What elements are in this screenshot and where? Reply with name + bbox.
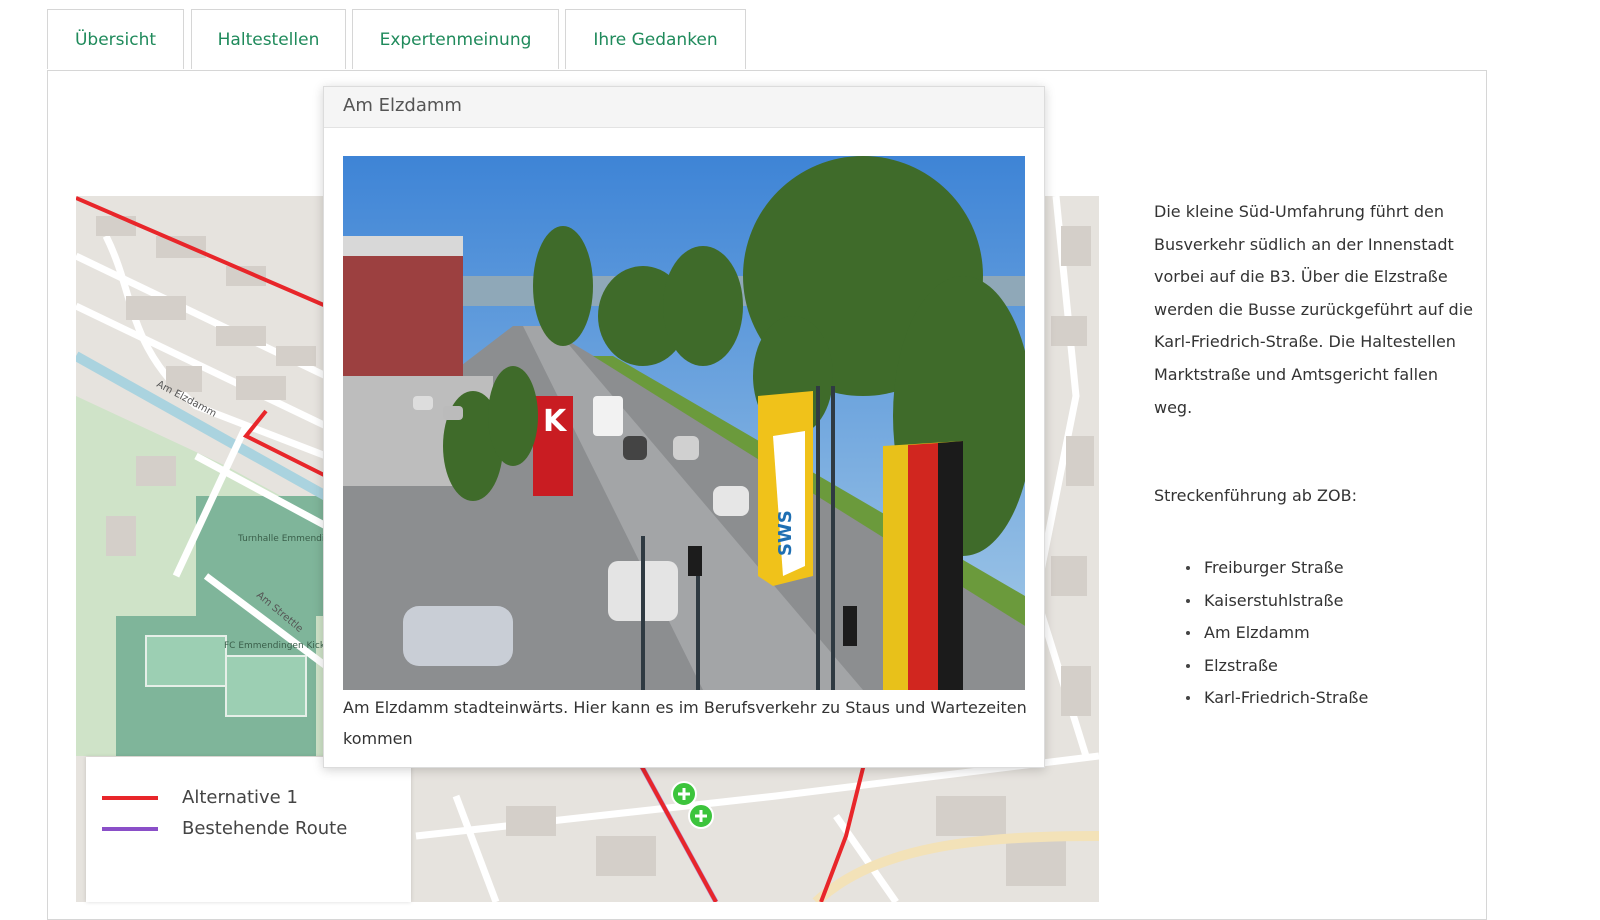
photo-store-sign: K [543, 404, 568, 439]
list-item: Am Elzdamm [1186, 617, 1368, 650]
list-item: Kaiserstuhlstraße [1186, 585, 1368, 618]
route-heading: Streckenführung ab ZOB: [1154, 486, 1357, 505]
tab-label: Übersicht [74, 29, 157, 50]
stop-popup: Am Elzdamm K SWS Am Elzdamm stadteinwärt… [323, 86, 1045, 768]
tab-uebersicht[interactable]: Übersicht [47, 9, 184, 69]
route-description: Die kleine Süd-Umfahrung führt den Busve… [1154, 202, 1473, 417]
popup-title: Am Elzdamm [324, 87, 1044, 128]
tab-ihre-gedanken[interactable]: Ihre Gedanken [565, 9, 746, 69]
stop-photo: K SWS [343, 156, 1033, 690]
legend-item: Alternative 1 [102, 787, 298, 808]
tab-label: Expertenmeinung [379, 29, 532, 50]
popup-caption: Am Elzdamm stadteinwärts. Hier kann es i… [343, 698, 1027, 748]
tab-haltestellen[interactable]: Haltestellen [191, 9, 346, 69]
photo-flag-logo: SWS [775, 510, 796, 556]
list-item: Freiburger Straße [1186, 552, 1368, 585]
bus-stop-marker[interactable] [671, 781, 697, 807]
legend-label: Alternative 1 [182, 787, 298, 808]
tab-label: Haltestellen [217, 29, 320, 50]
map-legend: Alternative 1 Bestehende Route [86, 757, 411, 902]
tab-expertenmeinung[interactable]: Expertenmeinung [352, 9, 559, 69]
list-item: Karl-Friedrich-Straße [1186, 682, 1368, 715]
tab-label: Ihre Gedanken [593, 29, 718, 50]
legend-swatch-purple [102, 826, 158, 831]
legend-label: Bestehende Route [182, 818, 348, 839]
legend-swatch-red [102, 795, 158, 800]
route-stop-list: Freiburger Straße Kaiserstuhlstraße Am E… [1186, 552, 1368, 715]
legend-item: Bestehende Route [102, 818, 347, 839]
bus-stop-marker[interactable] [688, 803, 714, 829]
list-item: Elzstraße [1186, 650, 1368, 683]
